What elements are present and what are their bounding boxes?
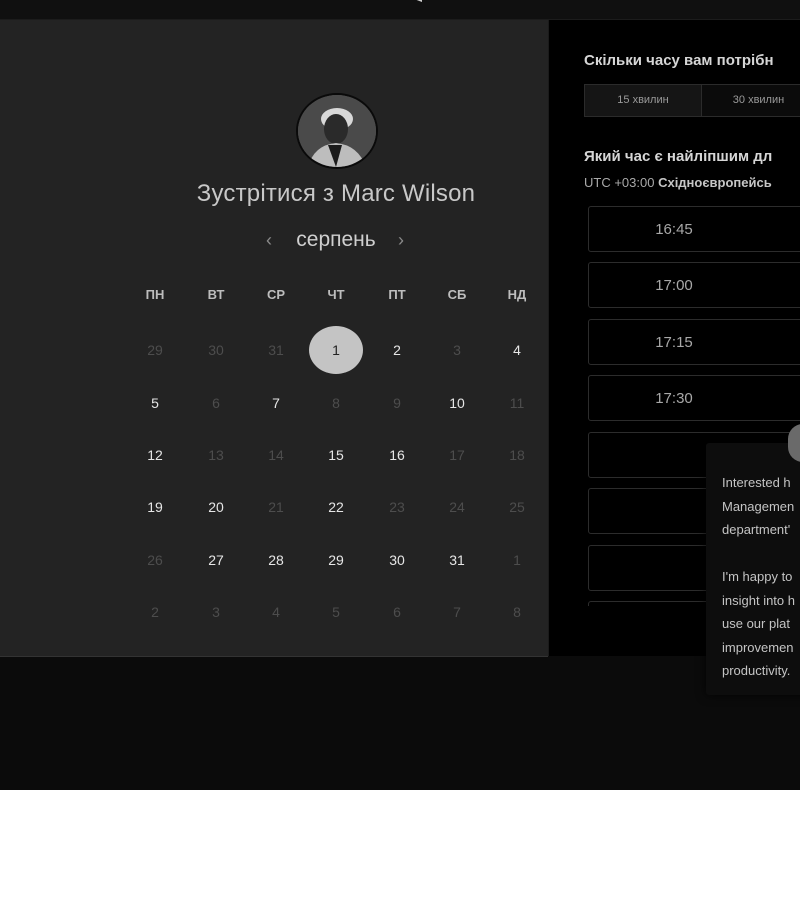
calendar-day[interactable]: 29 [316, 550, 356, 570]
duration-question: Скільки часу вам потрібн [584, 52, 774, 69]
duration-selector: 15 хвилин 30 хвилин [584, 84, 800, 117]
top-bar [0, 0, 800, 20]
calendar-day: 5 [332, 604, 340, 620]
calendar-day: 18 [509, 447, 525, 463]
weekday-label: ПТ [388, 287, 406, 302]
calendar-day: 13 [208, 447, 224, 463]
calendar-day[interactable]: 15 [316, 445, 356, 465]
chat-popup-message: Interested h Managemen department' I'm h… [722, 475, 795, 678]
calendar-day[interactable]: 28 [256, 550, 296, 570]
calendar-day: 11 [509, 395, 525, 411]
calendar-day: 26 [147, 552, 163, 568]
host-title: Зустрітися з Marc Wilson [196, 180, 476, 207]
time-slot[interactable]: 17:30 [588, 375, 800, 421]
weekday-label: СР [266, 287, 286, 302]
calendar-day[interactable]: 12 [135, 445, 175, 465]
weekday-label: ВТ [207, 287, 225, 302]
calendar-day: 1 [513, 552, 521, 568]
chevron-left-icon[interactable]: ‹ [262, 230, 276, 251]
calendar-day[interactable]: 19 [135, 497, 175, 517]
arrow-icon [416, 0, 422, 2]
weekday-label: НД [507, 287, 527, 302]
calendar-day: 17 [449, 447, 465, 463]
page-backdrop: Зустрітися з Marc Wilson ‹ серпень › ПН … [0, 0, 800, 790]
calendar-day: 9 [393, 395, 401, 411]
calendar-day: 6 [393, 604, 401, 620]
calendar-day[interactable]: 27 [196, 550, 236, 570]
timezone-offset: UTC +03:00 [584, 175, 655, 190]
calendar-day[interactable]: 10 [437, 393, 477, 413]
time-slot[interactable]: 17:00 [588, 262, 800, 308]
calendar-day: 30 [208, 342, 224, 358]
chat-popup: Interested h Managemen department' I'm h… [706, 443, 800, 695]
time-slot[interactable]: 17:15 [588, 319, 800, 365]
calendar-day: 2 [151, 604, 159, 620]
weekday-label: СБ [447, 287, 467, 302]
calendar-day[interactable]: 16 [377, 445, 417, 465]
chevron-right-icon[interactable]: › [394, 230, 408, 251]
calendar-day[interactable]: 5 [135, 393, 175, 413]
calendar-day: 31 [268, 342, 284, 358]
calendar-day: 8 [332, 395, 340, 411]
calendar-day: 3 [212, 604, 220, 620]
host-photo-icon [298, 95, 376, 167]
weekday-label: ПН [145, 287, 165, 302]
calendar-day: 24 [449, 499, 465, 515]
calendar-day-selected[interactable]: 1 [309, 326, 363, 374]
calendar-day[interactable]: 22 [316, 497, 356, 517]
avatar [296, 93, 378, 169]
calendar-day: 3 [453, 342, 461, 358]
calendar-day: 7 [453, 604, 461, 620]
time-slot[interactable]: 16:45 [588, 206, 800, 252]
duration-option-15[interactable]: 15 хвилин [585, 85, 702, 116]
calendar-day: 8 [513, 604, 521, 620]
calendar-day: 25 [509, 499, 525, 515]
timezone-label[interactable]: UTC +03:00 Східноєвропейсь [584, 175, 772, 190]
calendar-day[interactable]: 30 [377, 550, 417, 570]
weekday-label: ЧТ [327, 287, 345, 302]
calendar-day[interactable]: 31 [437, 550, 477, 570]
calendar-day[interactable]: 20 [196, 497, 236, 517]
calendar-day: 29 [147, 342, 163, 358]
calendar-day[interactable]: 4 [497, 340, 537, 360]
calendar-day: 6 [212, 395, 220, 411]
calendar-day[interactable]: 7 [256, 393, 296, 413]
calendar-day: 14 [268, 447, 284, 463]
duration-option-30[interactable]: 30 хвилин [702, 85, 800, 116]
calendar-day[interactable]: 2 [377, 340, 417, 360]
month-label: серпень [296, 228, 376, 251]
calendar-day: 23 [389, 499, 405, 515]
calendar-day: 4 [272, 604, 280, 620]
month-navigation: ‹ серпень › [262, 228, 412, 256]
timezone-name: Східноєвропейсь [658, 175, 772, 190]
calendar-day: 21 [268, 499, 284, 515]
time-question: Який час є найліпшим дл [584, 148, 773, 165]
